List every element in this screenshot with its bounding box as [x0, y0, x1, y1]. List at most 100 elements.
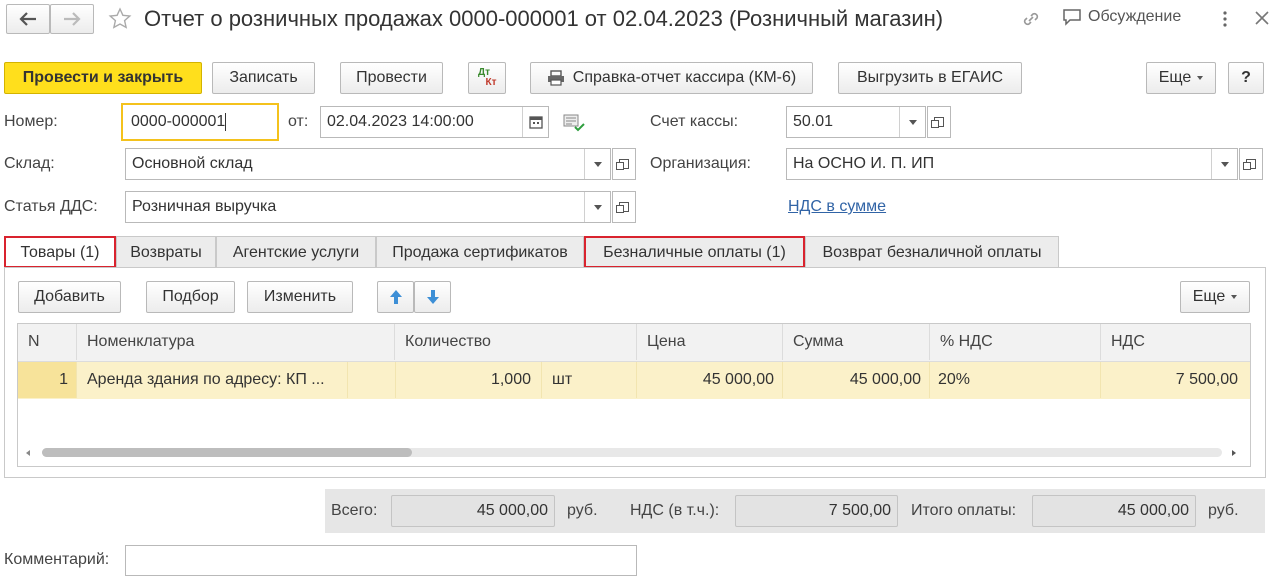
arrow-down-icon	[426, 290, 439, 304]
post-and-close-button[interactable]: Провести и закрыть	[4, 62, 202, 94]
cell-vat-rate: 20%	[930, 362, 1101, 398]
open-form-icon	[616, 202, 629, 213]
dropdown-arrow-icon	[593, 161, 602, 167]
tab-cashless-payments[interactable]: Безналичные оплаты (1)	[584, 236, 805, 268]
scroll-right-arrow[interactable]	[1232, 450, 1236, 456]
forward-button[interactable]	[50, 4, 94, 34]
cashier-report-button[interactable]: Справка-отчет кассира (КМ-6)	[530, 62, 813, 94]
col-n[interactable]: N	[18, 324, 77, 360]
paid-total-value: 45 000,00	[1032, 495, 1196, 527]
organization-open-button[interactable]	[1239, 148, 1263, 180]
number-value: 0000-000001	[131, 113, 226, 130]
warehouse-label: Склад:	[4, 155, 55, 172]
col-quantity[interactable]: Количество	[395, 324, 637, 360]
warehouse-value: Основной склад	[132, 155, 253, 172]
dds-dropdown[interactable]	[584, 192, 610, 222]
post-button[interactable]: Провести	[340, 62, 443, 94]
cell-quantity: 1,000	[396, 362, 542, 398]
number-input[interactable]: 0000-000001	[121, 103, 279, 141]
open-form-icon	[931, 117, 944, 128]
discussion-label: Обсуждение	[1088, 8, 1182, 25]
table-more-button[interactable]: Еще	[1180, 281, 1250, 313]
discussion-button[interactable]: Обсуждение	[1062, 8, 1181, 26]
add-button[interactable]: Добавить	[18, 281, 121, 313]
more-vertical-icon[interactable]	[1222, 9, 1228, 34]
tab-goods[interactable]: Товары (1)	[4, 236, 116, 268]
more-label: Еще	[1158, 69, 1192, 86]
col-price[interactable]: Цена	[637, 324, 783, 360]
link-icon[interactable]	[1020, 8, 1042, 35]
date-label: от:	[288, 113, 309, 130]
dds-open-button[interactable]	[612, 191, 636, 223]
comment-input[interactable]	[125, 545, 637, 576]
arrow-up-icon	[389, 290, 402, 304]
tab-agent-services[interactable]: Агентские услуги	[216, 236, 376, 268]
favorite-star-icon[interactable]	[108, 7, 132, 36]
move-up-button[interactable]	[377, 281, 414, 313]
help-button[interactable]: ?	[1228, 62, 1264, 94]
col-vat-rate[interactable]: % НДС	[930, 324, 1101, 360]
date-input[interactable]: 02.04.2023 14:00:00	[320, 106, 549, 138]
egais-upload-button[interactable]: Выгрузить в ЕГАИС	[838, 62, 1022, 94]
warehouse-open-button[interactable]	[612, 148, 636, 180]
dropdown-arrow-icon	[593, 204, 602, 210]
calendar-icon	[528, 116, 543, 129]
organization-dropdown[interactable]	[1211, 149, 1237, 179]
cell-sum: 45 000,00	[783, 362, 930, 398]
open-form-icon	[1243, 159, 1256, 170]
cashier-report-label: Справка-отчет кассира (КМ-6)	[572, 69, 797, 86]
edit-button[interactable]: Изменить	[247, 281, 353, 313]
comment-label: Комментарий:	[4, 551, 110, 568]
total-value: 45 000,00	[391, 495, 555, 527]
tab-certificate-sales[interactable]: Продажа сертификатов	[376, 236, 584, 268]
paid-total-label: Итого оплаты:	[911, 502, 1017, 519]
chevron-down-icon	[1231, 295, 1238, 299]
horizontal-scrollbar[interactable]	[42, 448, 1222, 457]
date-value: 02.04.2023 14:00:00	[327, 113, 474, 130]
back-button[interactable]	[6, 4, 50, 34]
col-item[interactable]: Номенклатура	[77, 324, 395, 360]
dropdown-arrow-icon	[908, 119, 917, 125]
cell-unit: шт	[542, 362, 637, 398]
organization-value: На ОСНО И. П. ИП	[793, 155, 935, 172]
number-label: Номер:	[4, 113, 58, 130]
vat-in-sum-link[interactable]: НДС в сумме	[788, 198, 886, 216]
arrow-right-icon	[64, 12, 81, 26]
col-sum[interactable]: Сумма	[783, 324, 930, 360]
scroll-left-arrow[interactable]	[26, 450, 30, 456]
document-check-icon[interactable]	[563, 114, 585, 137]
cell-price: 45 000,00	[637, 362, 783, 398]
vat-total-value: 7 500,00	[735, 495, 898, 527]
tab-returns[interactable]: Возвраты	[116, 236, 216, 268]
chat-icon	[1063, 9, 1081, 26]
cash-account-input[interactable]: 50.01	[786, 106, 926, 138]
select-button[interactable]: Подбор	[146, 281, 235, 313]
save-button[interactable]: Записать	[212, 62, 315, 94]
dds-input[interactable]: Розничная выручка	[125, 191, 611, 223]
cash-account-dropdown[interactable]	[899, 107, 925, 137]
more-button[interactable]: Еще	[1146, 62, 1216, 94]
table-header: N Номенклатура Количество Цена Сумма % Н…	[18, 324, 1250, 362]
cell-n: 1	[18, 362, 77, 398]
dds-label: Статья ДДС:	[4, 198, 98, 215]
close-icon[interactable]	[1254, 10, 1270, 31]
organization-input[interactable]: На ОСНО И. П. ИП	[786, 148, 1238, 180]
total-label: Всего:	[331, 502, 378, 519]
dropdown-arrow-icon	[1220, 161, 1229, 167]
calendar-button[interactable]	[522, 107, 548, 137]
tab-cashless-refund[interactable]: Возврат безналичной оплаты	[805, 236, 1059, 268]
warehouse-dropdown[interactable]	[584, 149, 610, 179]
open-form-icon	[616, 159, 629, 170]
chevron-down-icon	[1197, 76, 1204, 80]
cash-account-label: Счет кассы:	[650, 113, 739, 130]
cash-account-open-button[interactable]	[927, 106, 951, 138]
dt-kt-button[interactable]: Дт Кт	[468, 62, 506, 94]
vat-total-label: НДС (в т.ч.):	[630, 502, 720, 519]
arrow-left-icon	[19, 12, 36, 26]
warehouse-input[interactable]: Основной склад	[125, 148, 611, 180]
table-row[interactable]: 1 Аренда здания по адресу: КП ... 1,000 …	[18, 362, 1250, 399]
scrollbar-thumb[interactable]	[42, 448, 412, 457]
move-down-button[interactable]	[414, 281, 451, 313]
goods-table[interactable]: N Номенклатура Количество Цена Сумма % Н…	[17, 323, 1251, 467]
col-vat[interactable]: НДС	[1101, 324, 1250, 360]
